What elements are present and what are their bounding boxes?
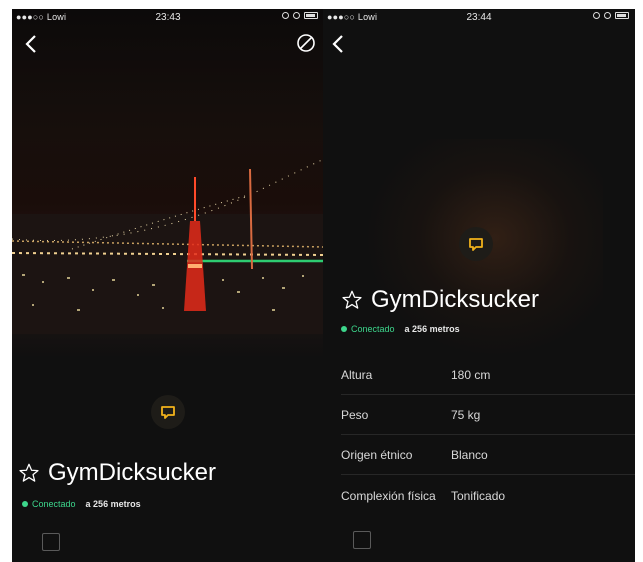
presence-status: Conectado xyxy=(32,499,76,509)
battery-icon xyxy=(615,12,629,19)
block-icon[interactable] xyxy=(296,33,316,53)
chat-icon xyxy=(161,405,175,419)
status-icons xyxy=(282,12,318,19)
bluetooth-icon xyxy=(604,12,611,19)
status-bar: ●●●○○ Lowi 23:43 xyxy=(12,9,324,25)
profile-photo[interactable] xyxy=(12,9,324,359)
checkbox-icon[interactable] xyxy=(353,531,371,549)
chat-icon xyxy=(469,237,483,251)
presence-info: Conectado a 256 metros xyxy=(22,499,141,509)
attribute-label: Altura xyxy=(341,368,373,382)
status-bar: ●●●○○ Lowi 23:44 xyxy=(323,9,635,25)
attribute-label: Complexión física xyxy=(341,489,436,503)
attribute-label: Origen étnico xyxy=(341,448,413,462)
battery-icon xyxy=(304,12,318,19)
attribute-value: 180 cm xyxy=(451,368,491,382)
attribute-value: 75 kg xyxy=(451,408,481,422)
profile-photo-screen: ●●●○○ Lowi 23:43 GymDicksucker Conectado… xyxy=(12,9,324,562)
profile-attributes: Altura 180 cm Peso 75 kg Origen étnico B… xyxy=(341,355,635,525)
star-icon[interactable] xyxy=(341,289,363,311)
back-icon[interactable] xyxy=(24,33,38,55)
presence-info: Conectado a 256 metros xyxy=(341,324,460,334)
chat-button[interactable] xyxy=(151,395,185,429)
attribute-row-body-type: Complexión física Tonificado xyxy=(341,475,635,525)
attribute-row-ethnicity: Origen étnico Blanco xyxy=(341,435,635,475)
alarm-icon xyxy=(282,12,289,19)
attribute-value: Blanco xyxy=(451,448,488,462)
attribute-value: Tonificado xyxy=(451,489,506,503)
attribute-label: Peso xyxy=(341,408,369,422)
online-dot-icon xyxy=(341,326,347,332)
profile-name-row: GymDicksucker xyxy=(341,286,539,314)
profile-details-screen: ●●●○○ Lowi 23:44 GymDicksucker Conectado… xyxy=(323,9,635,562)
distance-label: a 256 metros xyxy=(404,324,460,334)
profile-name: GymDicksucker xyxy=(371,286,540,313)
alarm-icon xyxy=(593,12,600,19)
clock: 23:43 xyxy=(155,12,181,23)
distance-label: a 256 metros xyxy=(85,499,141,509)
online-dot-icon xyxy=(22,501,28,507)
profile-name-row: GymDicksucker xyxy=(18,459,216,487)
back-icon[interactable] xyxy=(331,33,345,55)
clock: 23:44 xyxy=(466,12,492,23)
attribute-row-weight: Peso 75 kg xyxy=(341,395,635,435)
city-night-photo xyxy=(12,158,324,334)
status-icons xyxy=(593,12,629,19)
checkbox-icon[interactable] xyxy=(42,533,60,551)
profile-name: GymDicksucker xyxy=(48,459,217,486)
chat-button[interactable] xyxy=(459,227,493,261)
star-icon[interactable] xyxy=(18,462,40,484)
attribute-row-height: Altura 180 cm xyxy=(341,355,635,395)
presence-status: Conectado xyxy=(351,324,395,334)
bluetooth-icon xyxy=(293,12,300,19)
